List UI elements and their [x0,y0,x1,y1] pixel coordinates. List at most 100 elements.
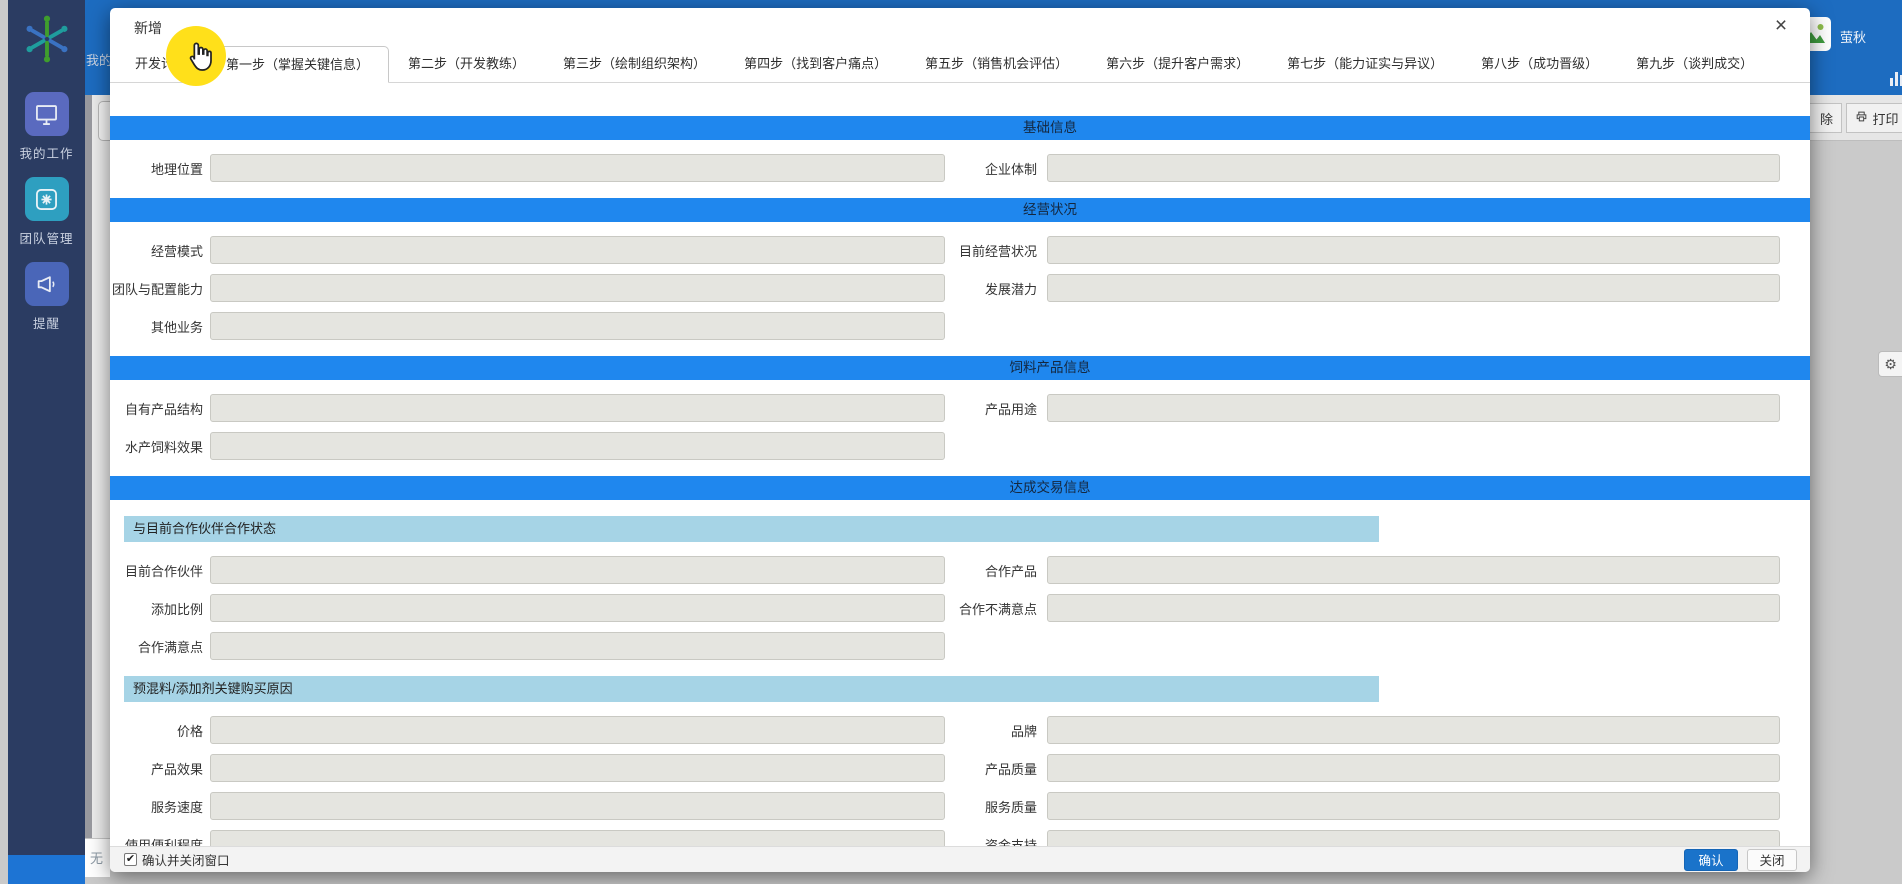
text-input[interactable] [1047,792,1780,820]
modal-footer: ✔ 确认并关闭窗口 确认 关闭 [110,846,1810,872]
background-tab-label: 我的 [86,50,112,69]
form-row: 价格 品牌 [110,716,1810,744]
text-input[interactable] [1047,274,1780,302]
form-row: 服务速度服务质量 [110,792,1810,820]
section-header: 达成交易信息 [110,476,1810,500]
modal-header: 新增 × [110,8,1810,46]
form-body: 基础信息地理位置企业体制经营状况经营模式目前经营状况团队与配置能力发展潜力其他业… [110,91,1810,846]
text-input[interactable] [210,792,945,820]
print-button[interactable]: 打印 [1846,103,1902,133]
hand-cursor-icon [183,40,215,76]
checkbox-icon[interactable]: ✔ [124,853,137,866]
field-label: 发展潜力 [945,279,1037,298]
sidebar: 我的工作团队管理提醒 [8,0,85,877]
monitor-icon [25,92,69,136]
text-input[interactable] [1047,394,1780,422]
field-label: 地理位置 [110,159,203,178]
tab-step-8[interactable]: 第八步（成功晋级） [1462,46,1617,82]
form-row: 其他业务 [110,312,1810,340]
background-content-strip [85,95,110,877]
field-label: 价格 [110,721,203,740]
sidebar-item-label: 提醒 [8,313,85,332]
text-input[interactable] [1047,154,1780,182]
field-label: 服务速度 [110,797,203,816]
form-row: 团队与配置能力发展潜力 [110,274,1810,302]
text-input[interactable] [210,754,945,782]
text-input[interactable] [210,830,945,846]
field-label: 合作产品 [945,561,1037,580]
field-label: 合作满意点 [110,637,203,656]
text-input[interactable] [210,716,945,744]
sidebar-item-0[interactable]: 我的工作 [8,92,85,162]
text-input[interactable] [210,154,945,182]
app-logo-icon [18,8,76,70]
sidebar-item-label: 团队管理 [8,228,85,247]
megaphone-icon [25,262,69,306]
field-label: 目前合作伙伴 [110,561,203,580]
text-input[interactable] [210,394,945,422]
new-record-modal: 新增 × 开发计划第一步（掌握关键信息）第二步（开发教练）第三步（绘制组织架构）… [110,8,1810,872]
form-row: 地理位置 企业体制 [110,154,1810,182]
tab-step-2[interactable]: 第二步（开发教练） [389,46,544,82]
sidebar-bottom-accent [8,855,85,884]
text-input[interactable] [210,632,945,660]
gear-icon[interactable]: ⚙ [1878,351,1902,377]
tab-step-7[interactable]: 第七步（能力证实与异议） [1268,46,1462,82]
chart-mini-icon[interactable] [1890,68,1902,86]
form-row: 目前合作伙伴 合作产品 [110,556,1810,584]
screen: 我的 萤秋 我的工作团队管理提醒 [0,0,1902,884]
text-input[interactable] [210,432,945,460]
tab-step-5[interactable]: 第五步（销售机会评估） [906,46,1087,82]
checkbox-label: 确认并关闭窗口 [142,850,230,869]
text-input[interactable] [210,312,945,340]
field-label: 产品质量 [945,759,1037,778]
form-row: 使用便利程度资金支持 [110,830,1810,846]
field-label: 添加比例 [110,599,203,618]
empty-text: 无 [90,848,103,867]
tab-step-9[interactable]: 第九步（谈判成交） [1617,46,1772,82]
field-label: 使用便利程度 [110,835,203,847]
tab-step-3[interactable]: 第三步（绘制组织架构） [544,46,725,82]
printer-icon [1855,110,1868,126]
sidebar-item-1[interactable]: 团队管理 [8,177,85,247]
confirm-close-checkbox[interactable]: ✔ 确认并关闭窗口 [124,850,230,869]
close-icon[interactable]: × [1768,13,1794,39]
sidebar-item-2[interactable]: 提醒 [8,262,85,332]
close-button[interactable]: 关闭 [1747,849,1797,871]
text-input[interactable] [210,594,945,622]
tab-step-6[interactable]: 第六步（提升客户需求） [1087,46,1268,82]
text-input[interactable] [1047,830,1780,846]
confirm-button[interactable]: 确认 [1684,849,1738,871]
field-label: 产品效果 [110,759,203,778]
field-label: 经营模式 [110,241,203,260]
field-label: 品牌 [945,721,1037,740]
field-label: 水产饲料效果 [110,437,203,456]
field-label: 企业体制 [945,159,1037,178]
form-row: 水产饲料效果 [110,432,1810,460]
field-label: 合作不满意点 [945,599,1037,618]
text-input[interactable] [1047,236,1780,264]
form-row: 产品效果 产品质量 [110,754,1810,782]
step-tab-bar: 开发计划第一步（掌握关键信息）第二步（开发教练）第三步（绘制组织架构）第四步（找… [110,46,1810,83]
field-label: 自有产品结构 [110,399,203,418]
background-right-panel: 除 打印 ⚙ [1796,95,1902,877]
form-row: 经营模式目前经营状况 [110,236,1810,264]
text-input[interactable] [210,236,945,264]
text-input[interactable] [1047,556,1780,584]
subsection-header: 与目前合作伙伴合作状态 [124,516,1379,542]
text-input[interactable] [1047,716,1780,744]
sidebar-item-label: 我的工作 [8,143,85,162]
tab-step-4[interactable]: 第四步（找到客户痛点） [725,46,906,82]
text-input[interactable] [1047,754,1780,782]
text-input[interactable] [210,556,945,584]
username: 萤秋 [1840,27,1866,46]
field-label: 其他业务 [110,317,203,336]
field-label: 产品用途 [945,399,1037,418]
text-input[interactable] [1047,594,1780,622]
section-header: 饲料产品信息 [110,356,1810,380]
text-input[interactable] [210,274,945,302]
form-row: 自有产品结构 产品用途 [110,394,1810,422]
subsection-header: 预混料/添加剂关键购买原因 [124,676,1379,702]
background-empty-area: 无 [85,838,110,877]
tab-step-1[interactable]: 第一步（掌握关键信息） [206,46,389,83]
